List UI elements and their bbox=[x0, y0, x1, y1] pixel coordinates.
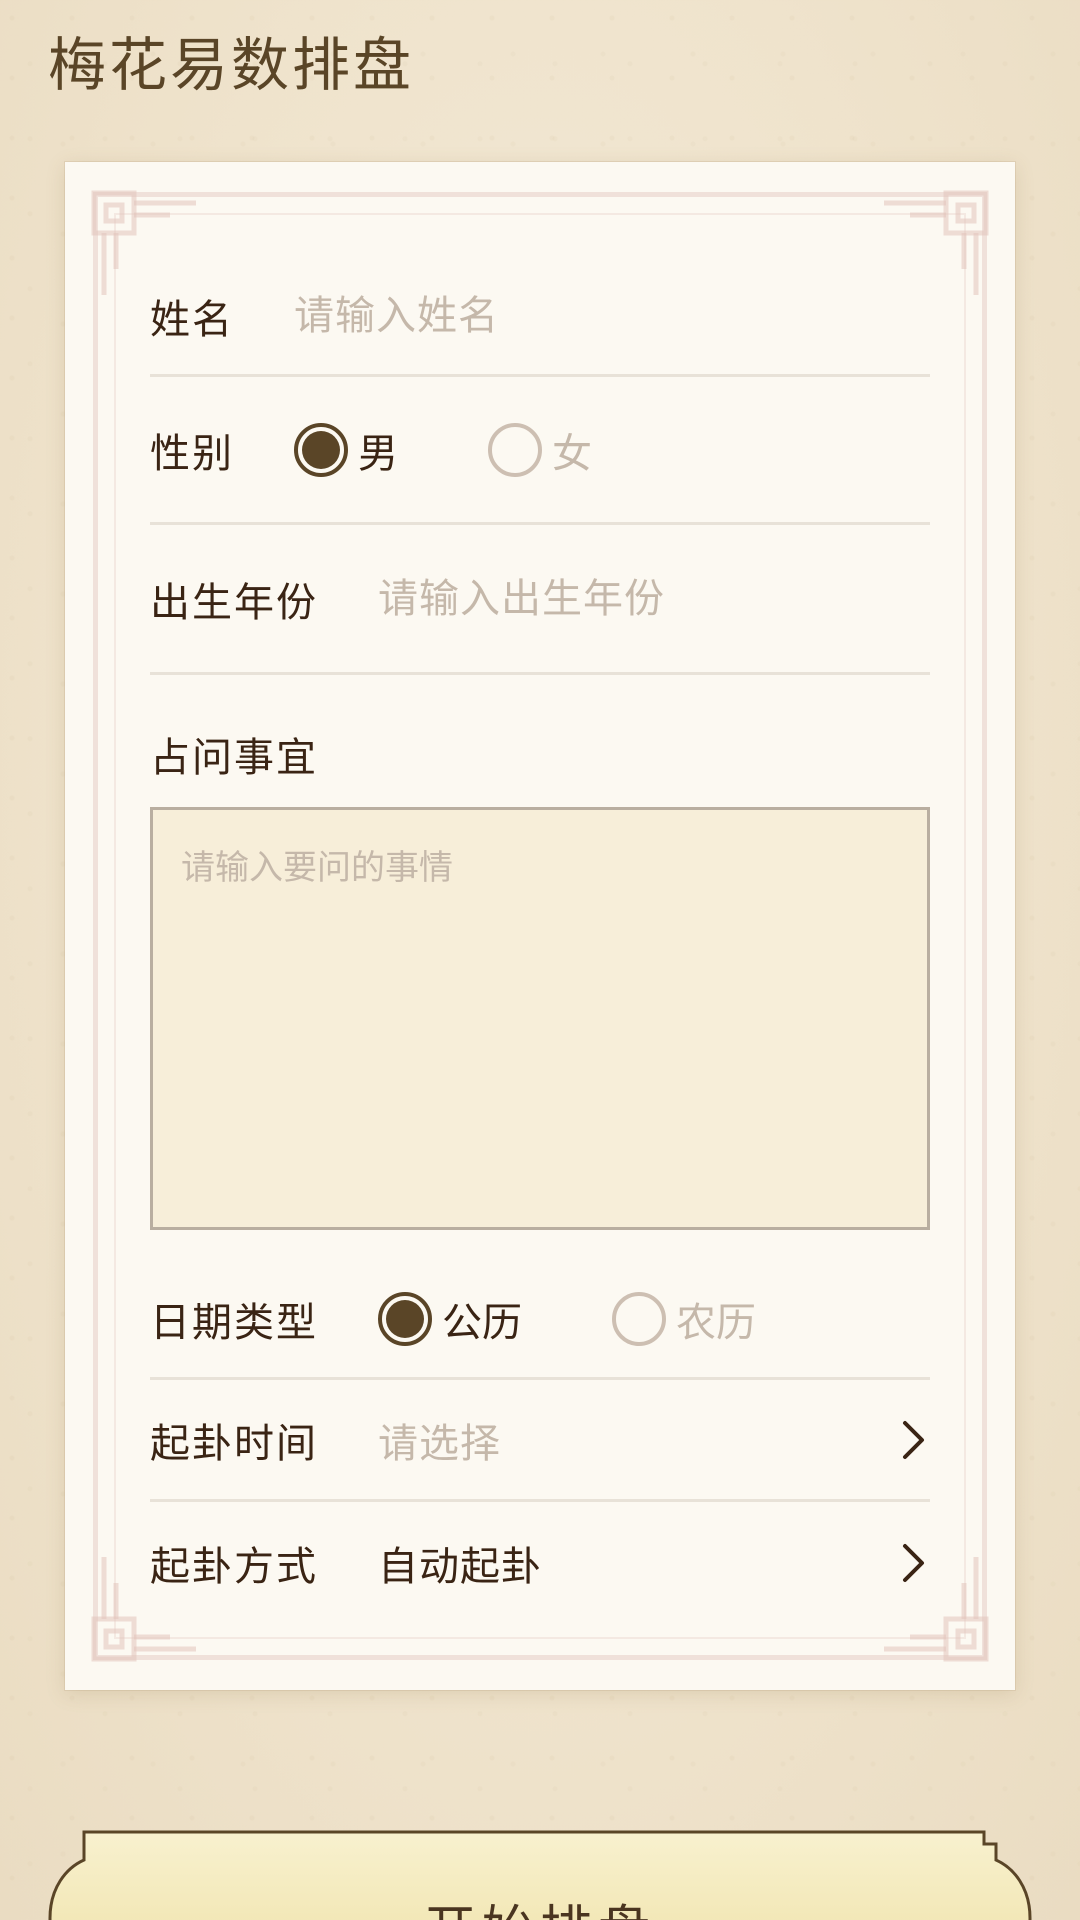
radio-selected-icon[interactable] bbox=[378, 1291, 432, 1346]
gender-option-female[interactable]: 女 bbox=[488, 421, 592, 479]
date-type-lunar-label: 农历 bbox=[676, 1299, 756, 1346]
birth-year-row: 出生年份 bbox=[150, 525, 930, 675]
gender-female-label: 女 bbox=[552, 430, 592, 477]
name-row: 姓名 bbox=[150, 257, 930, 377]
birth-year-input[interactable] bbox=[378, 575, 898, 622]
radio-unselected-icon[interactable] bbox=[612, 1291, 666, 1346]
gender-male-label: 男 bbox=[358, 430, 398, 477]
chevron-right-icon bbox=[896, 1417, 930, 1463]
question-label: 占问事宜 bbox=[150, 735, 318, 781]
question-textarea[interactable] bbox=[150, 807, 930, 1230]
radio-selected-icon[interactable] bbox=[294, 422, 348, 477]
divination-time-label: 起卦时间 bbox=[150, 1420, 318, 1467]
gender-label: 性别 bbox=[150, 430, 234, 477]
divination-method-row[interactable]: 起卦方式 自动起卦 bbox=[150, 1502, 930, 1624]
radio-unselected-icon[interactable] bbox=[488, 422, 542, 477]
date-type-solar-label: 公历 bbox=[442, 1299, 522, 1346]
date-type-row: 日期类型 公历 农历 bbox=[150, 1260, 930, 1380]
date-type-option-solar[interactable]: 公历 bbox=[378, 1290, 522, 1348]
page-title: 梅花易数排盘 bbox=[48, 31, 415, 99]
chevron-right-icon bbox=[896, 1540, 930, 1586]
start-button-label: 开始排盘 bbox=[48, 1888, 1032, 1920]
date-type-option-lunar[interactable]: 农历 bbox=[612, 1290, 756, 1348]
birth-year-label: 出生年份 bbox=[150, 579, 318, 626]
date-type-label: 日期类型 bbox=[150, 1299, 318, 1346]
divination-time-value: 请选择 bbox=[378, 1420, 501, 1467]
start-button[interactable]: 开始排盘 bbox=[48, 1828, 1032, 1920]
gender-row: 性别 男 女 bbox=[150, 377, 930, 525]
divination-method-label: 起卦方式 bbox=[150, 1544, 318, 1590]
form-card: 姓名 性别 男 女 出生年份 占问事宜 日期类型 公历 农历 起 bbox=[65, 162, 1015, 1690]
name-label: 姓名 bbox=[150, 296, 234, 343]
divination-time-row[interactable]: 起卦时间 请选择 bbox=[150, 1380, 930, 1502]
name-input[interactable] bbox=[294, 292, 894, 339]
divination-method-value: 自动起卦 bbox=[378, 1544, 542, 1590]
gender-option-male[interactable]: 男 bbox=[294, 421, 398, 479]
